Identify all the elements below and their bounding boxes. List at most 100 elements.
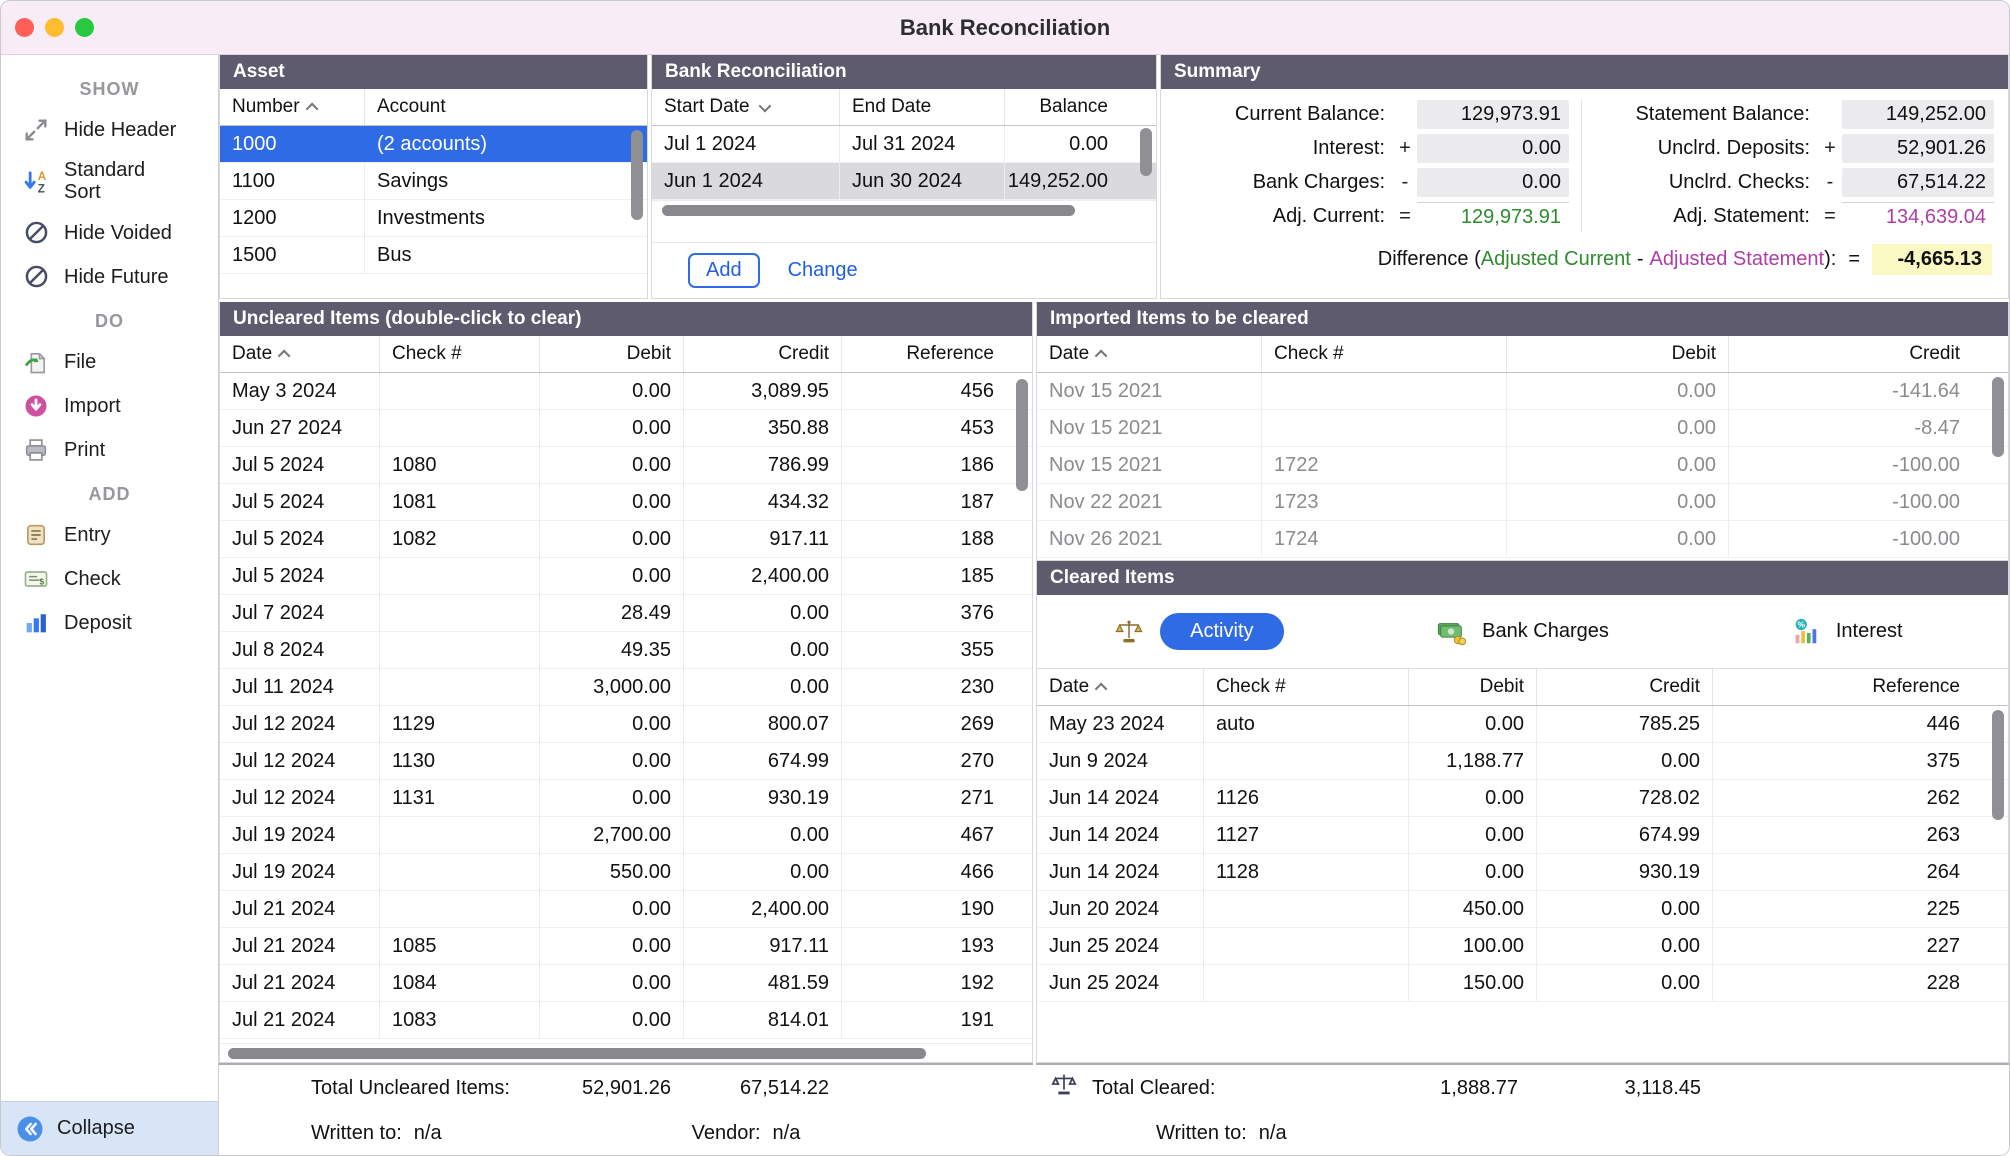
sidebar-item-entry[interactable]: Entry (1, 513, 218, 557)
uncleared-row[interactable]: Jul 19 2024 550.00 0.00 466 (220, 854, 1032, 891)
uncleared-row[interactable]: Jul 21 2024 1083 0.00 814.01 191 (220, 1002, 1032, 1039)
uncleared-column-date[interactable]: Date (220, 336, 380, 372)
uncleared-column-debit[interactable]: Debit (540, 336, 684, 372)
asset-row[interactable]: 1000 (2 accounts) (220, 126, 647, 163)
imported-row[interactable]: Nov 15 2021 0.00 -8.47 (1037, 410, 2008, 447)
difference-row: Difference (Adjusted Current-Adjusted St… (1169, 232, 1994, 275)
imported-column-check[interactable]: Check # (1262, 336, 1507, 372)
bankrec-vertical-scrollbar[interactable] (1140, 128, 1152, 176)
uncleared-column-reference[interactable]: Reference (842, 336, 1006, 372)
uncleared-row[interactable]: Jul 12 2024 1129 0.00 800.07 269 (220, 706, 1032, 743)
uncleared-row[interactable]: Jul 21 2024 1085 0.00 917.11 193 (220, 928, 1032, 965)
asset-row[interactable]: 1500 Bus (220, 237, 647, 274)
asset-row[interactable]: 1200 Investments (220, 200, 647, 237)
uncleared-row[interactable]: Jul 5 2024 1081 0.00 434.32 187 (220, 484, 1032, 521)
asset-account: Investments (365, 200, 631, 236)
uncleared-column-check[interactable]: Check # (380, 336, 540, 372)
cleared-table-body: May 23 2024 auto 0.00 785.25 446 Jun 9 2… (1037, 706, 2008, 1002)
cleared-column-reference[interactable]: Reference (1713, 669, 1972, 705)
cleared-vertical-scrollbar[interactable] (1992, 710, 2004, 820)
uncleared-row[interactable]: Jul 21 2024 1084 0.00 481.59 192 (220, 965, 1032, 1002)
uncleared-check (380, 669, 540, 705)
uncleared-row[interactable]: May 3 2024 0.00 3,089.95 456 (220, 373, 1032, 410)
cleared-row[interactable]: Jun 14 2024 1128 0.00 930.19 264 (1037, 854, 2008, 891)
imported-row[interactable]: Nov 15 2021 0.00 -141.64 (1037, 373, 2008, 410)
uncleared-total-credit: 67,514.22 (683, 1077, 841, 1100)
imported-row[interactable]: Nov 22 2021 1723 0.00 -100.00 (1037, 484, 2008, 521)
imported-row[interactable]: Nov 15 2021 1722 0.00 -100.00 (1037, 447, 2008, 484)
uncleared-row[interactable]: Jul 5 2024 1082 0.00 917.11 188 (220, 521, 1032, 558)
tab-interest[interactable]: % Interest (1684, 617, 2008, 647)
sidebar-item-standard-sort[interactable]: AZ Standard Sort (1, 152, 218, 211)
uncleared-row[interactable]: Jul 5 2024 1080 0.00 786.99 186 (220, 447, 1032, 484)
uncleared-row[interactable]: Jul 11 2024 3,000.00 0.00 230 (220, 669, 1032, 706)
cleared-column-date[interactable]: Date (1037, 669, 1204, 705)
plus-operator: + (1393, 137, 1417, 160)
imported-vertical-scrollbar[interactable] (1992, 377, 2004, 457)
interest-value[interactable]: 0.00 (1417, 134, 1569, 163)
change-button[interactable]: Change (788, 259, 858, 282)
cleared-column-credit[interactable]: Credit (1537, 669, 1713, 705)
zoom-window-button[interactable] (75, 18, 94, 37)
asset-row[interactable]: 1100 Savings (220, 163, 647, 200)
uncleared-column-credit[interactable]: Credit (684, 336, 842, 372)
add-button[interactable]: Add (688, 253, 760, 288)
asset-column-account[interactable]: Account (365, 89, 631, 125)
uncleared-horizontal-scrollbar[interactable] (220, 1043, 1032, 1062)
uncleared-credit: 3,089.95 (684, 373, 842, 409)
uncleared-row[interactable]: Jul 12 2024 1130 0.00 674.99 270 (220, 743, 1032, 780)
imported-column-date[interactable]: Date (1037, 336, 1262, 372)
imported-column-debit[interactable]: Debit (1507, 336, 1729, 372)
cleared-row[interactable]: Jun 25 2024 150.00 0.00 228 (1037, 965, 2008, 1002)
uncleared-date: May 3 2024 (220, 373, 380, 409)
uncleared-vertical-scrollbar[interactable] (1016, 379, 1028, 491)
imported-column-credit[interactable]: Credit (1729, 336, 1972, 372)
uncleared-row[interactable]: Jul 7 2024 28.49 0.00 376 (220, 595, 1032, 632)
cleared-row[interactable]: May 23 2024 auto 0.00 785.25 446 (1037, 706, 2008, 743)
asset-column-number[interactable]: Number (220, 89, 365, 125)
bankrec-row[interactable]: Jun 1 2024 Jun 30 2024 149,252.00 (652, 163, 1156, 200)
sidebar-item-deposit[interactable]: Deposit (1, 601, 218, 645)
uncleared-debit: 550.00 (540, 854, 684, 890)
bankrec-horizontal-scrollbar[interactable] (652, 200, 1156, 219)
cleared-row[interactable]: Jun 25 2024 100.00 0.00 227 (1037, 928, 2008, 965)
bankrec-column-start-date[interactable]: Start Date (652, 89, 840, 125)
uncleared-row[interactable]: Jul 12 2024 1131 0.00 930.19 271 (220, 780, 1032, 817)
imported-row[interactable]: Nov 26 2021 1724 0.00 -100.00 (1037, 521, 2008, 558)
sidebar-item-print[interactable]: Print (1, 428, 218, 472)
uncleared-row[interactable]: Jul 5 2024 0.00 2,400.00 185 (220, 558, 1032, 595)
sidebar-item-check[interactable]: $ Check (1, 557, 218, 601)
cleared-column-debit[interactable]: Debit (1409, 669, 1537, 705)
uncleared-check: 1083 (380, 1002, 540, 1038)
tab-activity[interactable]: Activity (1037, 613, 1361, 650)
bank-charges-value[interactable]: 0.00 (1417, 168, 1569, 197)
bankrec-column-balance[interactable]: Balance (1005, 89, 1120, 125)
uncleared-row[interactable]: Jul 21 2024 0.00 2,400.00 190 (220, 891, 1032, 928)
asset-panel: Asset Number Account 1000 (2 accounts) (219, 55, 648, 299)
sidebar-item-hide-header[interactable]: Hide Header (1, 108, 218, 152)
uncleared-row[interactable]: Jun 27 2024 0.00 350.88 453 (220, 410, 1032, 447)
cleared-row[interactable]: Jun 9 2024 1,188.77 0.00 375 (1037, 743, 2008, 780)
minimize-window-button[interactable] (45, 18, 64, 37)
cleared-column-check[interactable]: Check # (1204, 669, 1409, 705)
sidebar-item-file[interactable]: File (1, 340, 218, 384)
sidebar-item-import[interactable]: Import (1, 384, 218, 428)
collapse-sidebar-button[interactable]: Collapse (1, 1101, 218, 1155)
cleared-row[interactable]: Jun 20 2024 450.00 0.00 225 (1037, 891, 2008, 928)
uncleared-row[interactable]: Jul 19 2024 2,700.00 0.00 467 (220, 817, 1032, 854)
close-window-button[interactable] (15, 18, 34, 37)
uncleared-date: Jul 21 2024 (220, 1002, 380, 1038)
bankrec-row[interactable]: Jul 1 2024 Jul 31 2024 0.00 (652, 126, 1156, 163)
sidebar-item-hide-future[interactable]: Hide Future (1, 255, 218, 299)
bankrec-column-end-date[interactable]: End Date (840, 89, 1005, 125)
balance-scale-icon (1114, 617, 1144, 647)
uncleared-row[interactable]: Jul 8 2024 49.35 0.00 355 (220, 632, 1032, 669)
tab-bank-charges[interactable]: Bank Charges (1361, 617, 1685, 647)
cleared-row[interactable]: Jun 14 2024 1127 0.00 674.99 263 (1037, 817, 2008, 854)
sidebar-item-hide-voided[interactable]: Hide Voided (1, 211, 218, 255)
window-title: Bank Reconciliation (1, 15, 2009, 41)
cleared-row[interactable]: Jun 14 2024 1126 0.00 728.02 262 (1037, 780, 2008, 817)
percent-chart-icon: % (1790, 617, 1820, 647)
svg-text:Z: Z (38, 183, 45, 195)
asset-vertical-scrollbar[interactable] (631, 130, 643, 220)
